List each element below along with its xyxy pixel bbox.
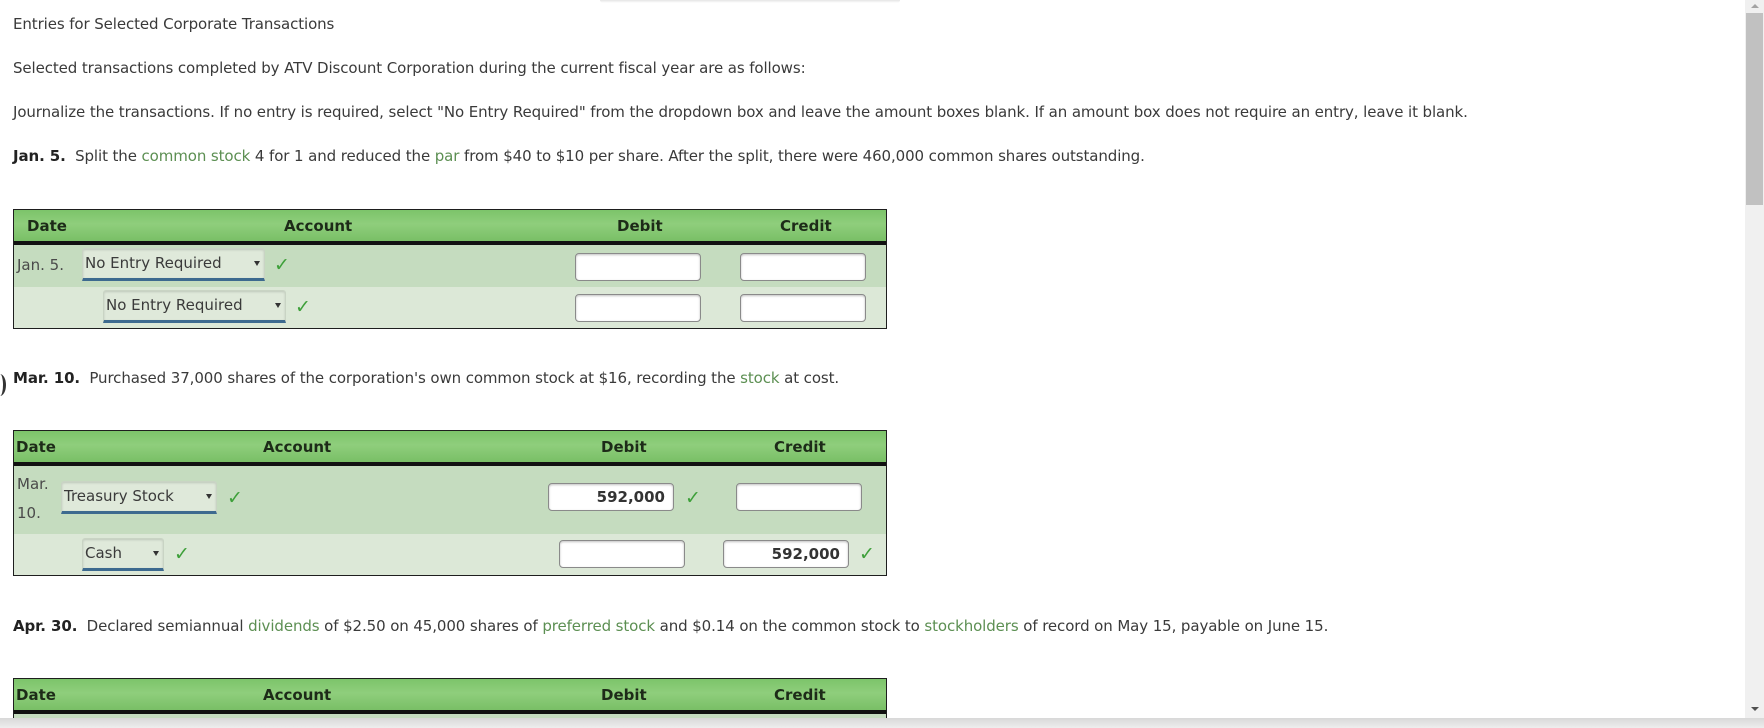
credit-input[interactable]	[740, 294, 866, 322]
caret-down-icon	[206, 494, 212, 499]
left-edge-marker	[0, 374, 6, 396]
transaction-date: Apr. 30.	[13, 617, 78, 635]
header-credit: Credit	[780, 217, 832, 235]
table-row: Mar. 10. Treasury Stock ✓ 592,000 ✓	[14, 466, 886, 534]
intro-text: Selected transactions completed by ATV D…	[13, 59, 806, 77]
header-account: Account	[263, 686, 332, 704]
header-account: Account	[284, 217, 353, 235]
text-segment: Purchased 37,000 shares of the corporati…	[89, 369, 741, 387]
table-row: Cash ✓ 592,000 ✓	[14, 534, 886, 575]
text-segment: of record on May 15, payable on June 15.	[1018, 617, 1329, 635]
scroll-up-arrow-icon[interactable]	[1751, 4, 1759, 8]
keyword-link-common-stock[interactable]: common stock	[142, 147, 251, 165]
header-account: Account	[263, 438, 332, 456]
header-date: Date	[16, 686, 56, 704]
text-segment: Split the	[75, 147, 142, 165]
top-panel-shadow	[600, 0, 900, 3]
account-dropdown-value: Treasury Stock	[64, 487, 174, 505]
keyword-link-stockholders[interactable]: stockholders	[924, 617, 1018, 635]
check-icon: ✓	[295, 296, 311, 318]
account-dropdown[interactable]: Cash	[82, 538, 164, 571]
keyword-link-dividends[interactable]: dividends	[248, 617, 320, 635]
check-icon: ✓	[859, 543, 875, 565]
account-dropdown[interactable]: No Entry Required	[82, 248, 265, 281]
check-icon: ✓	[274, 254, 290, 276]
debit-input[interactable]	[575, 294, 701, 322]
text-segment: of $2.50 on 45,000 shares of	[319, 617, 543, 635]
header-date: Date	[27, 217, 67, 235]
account-dropdown[interactable]: Treasury Stock	[61, 481, 217, 514]
header-date: Date	[16, 438, 56, 456]
text-segment: from $40 to $10 per share. After the spl…	[459, 147, 1145, 165]
caret-down-icon	[275, 303, 281, 308]
account-dropdown-value: Cash	[85, 544, 122, 562]
text-segment: Declared semiannual	[86, 617, 249, 635]
journal-table-mar10: Date Account Debit Credit Mar. 10. Treas…	[13, 430, 887, 576]
bottom-frame-edge	[0, 718, 1764, 728]
header-debit: Debit	[601, 438, 647, 456]
table-header: Date Account Debit Credit	[14, 210, 886, 245]
instructions-text: Journalize the transactions. If no entry…	[13, 103, 1468, 121]
page-title: Entries for Selected Corporate Transacti…	[13, 15, 335, 33]
transaction-date: Mar. 10.	[13, 369, 81, 387]
check-icon: ✓	[685, 487, 701, 509]
credit-input[interactable]	[736, 483, 862, 511]
header-credit: Credit	[774, 686, 826, 704]
debit-input[interactable]: 592,000	[548, 483, 674, 511]
account-dropdown-value: No Entry Required	[106, 296, 243, 314]
text-segment: and $0.14 on the common stock to	[654, 617, 925, 635]
row-date-day: 10.	[17, 504, 41, 522]
check-icon: ✓	[227, 487, 243, 509]
header-debit: Debit	[617, 217, 663, 235]
table-row: Jan. 5. No Entry Required ✓	[14, 245, 886, 287]
text-segment: at cost.	[779, 369, 840, 387]
journal-table-jan5: Date Account Debit Credit Jan. 5. No Ent…	[13, 209, 887, 329]
scroll-down-arrow-icon[interactable]	[1751, 707, 1759, 711]
table-header: Date Account Debit Credit	[14, 431, 886, 466]
header-credit: Credit	[774, 438, 826, 456]
row-date-month: Mar.	[17, 475, 49, 493]
transaction-jan5-text: Jan. 5. Split the common stock 4 for 1 a…	[13, 147, 1145, 165]
keyword-link-par[interactable]: par	[435, 147, 460, 165]
debit-input[interactable]	[575, 253, 701, 281]
vertical-scrollbar-thumb[interactable]	[1746, 13, 1763, 205]
caret-down-icon	[254, 261, 260, 266]
debit-input[interactable]	[559, 540, 685, 568]
caret-down-icon	[153, 551, 159, 556]
header-debit: Debit	[601, 686, 647, 704]
keyword-link-preferred-stock[interactable]: preferred stock	[542, 617, 655, 635]
check-icon: ✓	[174, 543, 190, 565]
row-date: Jan. 5.	[17, 256, 64, 274]
account-dropdown-value: No Entry Required	[85, 254, 222, 272]
credit-input[interactable]	[740, 253, 866, 281]
keyword-link-stock[interactable]: stock	[740, 369, 779, 387]
table-header: Date Account Debit Credit	[14, 679, 886, 714]
account-dropdown[interactable]: No Entry Required	[103, 290, 286, 323]
text-segment: 4 for 1 and reduced the	[250, 147, 435, 165]
table-row: No Entry Required ✓	[14, 287, 886, 328]
transaction-mar10-text: Mar. 10. Purchased 37,000 shares of the …	[13, 369, 839, 387]
transaction-date: Jan. 5.	[13, 147, 66, 165]
credit-input[interactable]: 592,000	[723, 540, 849, 568]
transaction-apr30-text: Apr. 30. Declared semiannual dividends o…	[13, 617, 1328, 635]
